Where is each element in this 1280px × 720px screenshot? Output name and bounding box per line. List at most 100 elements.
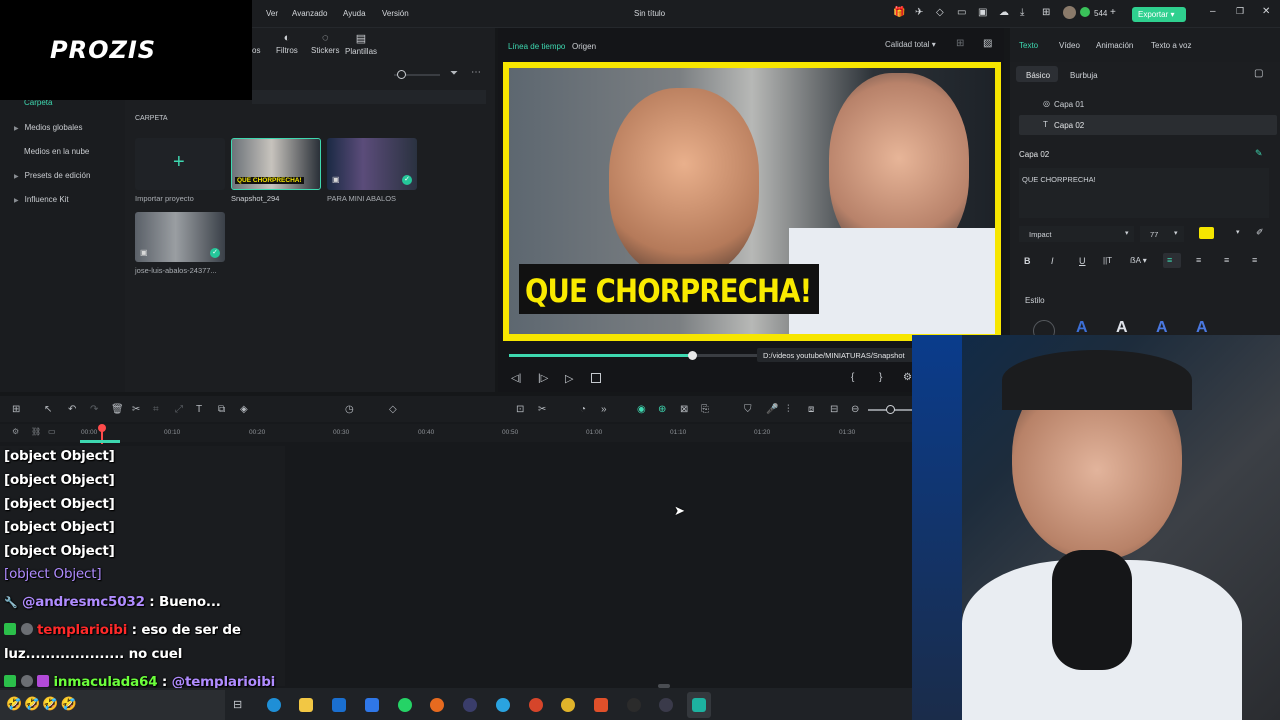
playback-handle[interactable] (688, 351, 697, 360)
eyedropper-icon[interactable]: ✐ (1256, 227, 1264, 238)
folder-icon[interactable] (299, 698, 313, 712)
text-color-swatch[interactable] (1199, 227, 1214, 239)
settings-icon[interactable]: ⚙ (903, 372, 912, 383)
chrome-icon[interactable] (561, 698, 575, 712)
sidebar-item-influence-kit[interactable]: ▶ Influence Kit (14, 195, 69, 204)
cut-icon[interactable]: ✂ (132, 404, 140, 415)
link-icon[interactable]: ⛓ (31, 427, 41, 436)
redo-icon[interactable]: ↷ (90, 404, 98, 415)
undo-icon[interactable]: ↶ (68, 404, 76, 415)
snap-icon[interactable]: ⊕ (658, 404, 666, 415)
mark-in-icon[interactable]: { (851, 372, 854, 383)
media-thumb-snapshot[interactable]: QUE CHORPRECHA! (231, 138, 321, 190)
restore-icon[interactable]: ❐ (1236, 6, 1244, 17)
bulb-icon[interactable]: ◇ (936, 7, 944, 18)
track-settings-icon[interactable]: ⚙ (12, 427, 19, 436)
zoom-slider-handle[interactable] (397, 70, 406, 79)
subtab-basico[interactable]: Básico (1026, 71, 1050, 80)
export-clip-icon[interactable]: ⎘ (701, 404, 709, 415)
save-icon[interactable]: ▣ (978, 7, 987, 18)
audio-icon[interactable]: ◔ (580, 404, 586, 415)
bold-icon[interactable]: B (1024, 256, 1031, 266)
marker-icon[interactable]: ⊠ (680, 404, 688, 415)
more-tools-icon[interactable]: » (601, 404, 607, 415)
ai-copilot-icon[interactable]: ◉ (637, 404, 646, 415)
app-icon[interactable] (659, 698, 673, 712)
grid-view-icon[interactable]: ⊞ (956, 38, 964, 49)
mask-icon[interactable]: ◈ (240, 404, 248, 415)
microphone-icon[interactable]: 🎤 (766, 404, 778, 415)
download-icon[interactable]: ⤓ (1020, 7, 1024, 18)
tab-animacion[interactable]: Animación (1096, 41, 1133, 50)
whatsapp-icon[interactable] (398, 698, 412, 712)
ai-tool-icon[interactable]: ⧉ (218, 404, 225, 415)
import-project-tile[interactable]: + (135, 138, 225, 190)
mark-out-icon[interactable]: } (879, 372, 882, 383)
tab-stickers[interactable]: ◌ Stickers (311, 32, 339, 55)
justify-icon[interactable]: ≡ (1252, 255, 1257, 265)
underline-icon[interactable]: U (1079, 256, 1086, 266)
tab-filtros[interactable]: ◐ Filtros (276, 32, 298, 55)
tab-plantillas[interactable]: ▤ Plantillas (345, 32, 377, 56)
firefox-icon[interactable] (430, 698, 444, 712)
align-left-icon[interactable]: ≡ (1167, 255, 1172, 265)
edge-icon[interactable] (267, 698, 281, 712)
sidebar-item-presets[interactable]: ▶ Presets de edición (14, 171, 90, 180)
timeline-zoom-handle[interactable] (886, 405, 895, 414)
crop-icon[interactable]: ⌗ (153, 404, 159, 415)
plus-icon[interactable]: + (1110, 7, 1116, 18)
transform-icon[interactable]: ⤢ (175, 404, 183, 415)
zoom-out-icon[interactable]: ⊖ (851, 404, 859, 415)
gift-icon[interactable]: 🎁 (893, 7, 905, 18)
ai-edit-icon[interactable]: ✎ (1255, 148, 1263, 159)
filmora-icon[interactable] (692, 698, 706, 712)
app-icon[interactable] (529, 698, 543, 712)
tab-timeline[interactable]: Línea de tiempo (508, 42, 565, 51)
obs-icon[interactable] (627, 698, 641, 712)
menu-avanzado[interactable]: Avanzado (292, 9, 327, 18)
grid-icon[interactable]: ⊞ (1042, 7, 1050, 18)
export-button[interactable]: Exportar ▾ (1132, 7, 1186, 22)
menu-ayuda[interactable]: Ayuda (343, 9, 366, 18)
close-icon[interactable]: ✕ (1262, 6, 1270, 17)
quality-select[interactable]: Calidad total ▾ (885, 40, 936, 49)
stop-icon[interactable] (591, 373, 601, 383)
minimize-icon[interactable]: – (1210, 6, 1216, 17)
save-preset-icon[interactable]: ▢ (1254, 68, 1263, 79)
preview-canvas[interactable]: QUE CHORPRECHA! (503, 62, 1001, 341)
subtab-burbuja[interactable]: Burbuja (1070, 71, 1098, 80)
text-content-field[interactable]: QUE CHORPRECHA! (1019, 168, 1269, 218)
mixer-icon[interactable]: ⫶ (787, 404, 790, 415)
align-right-icon[interactable]: ≡ (1224, 255, 1229, 265)
tab-video[interactable]: Vídeo (1059, 41, 1080, 50)
sidebar-item-medios-nube[interactable]: Medios en la nube (24, 147, 89, 156)
avatar[interactable] (1063, 6, 1076, 19)
sidebar-item-medios-globales[interactable]: ▶ Medios globales (14, 123, 82, 132)
snapshot-icon[interactable]: ▨ (983, 38, 992, 49)
more-icon[interactable]: ⋯ (471, 67, 481, 78)
split-icon[interactable]: ✂ (538, 404, 546, 415)
task-view-icon[interactable]: ⊟ (233, 698, 242, 711)
fit-icon[interactable]: ⊟ (830, 404, 838, 415)
pip-icon[interactable]: ⧈ (808, 404, 814, 415)
tab-texto[interactable]: Texto (1019, 41, 1038, 50)
align-center-icon[interactable]: ≡ (1196, 255, 1201, 265)
layer-item-selected[interactable]: Capa 02 (1054, 121, 1084, 130)
media-thumb-para-mini-abalos[interactable]: ▣ ✓ (327, 138, 417, 190)
filter-funnel-icon[interactable]: ⏷ (450, 68, 458, 79)
select-icon[interactable]: ↖ (44, 404, 52, 415)
captions-icon[interactable]: ▭ (48, 427, 56, 436)
menu-ver[interactable]: Ver (266, 9, 278, 18)
menu-version[interactable]: Versión (382, 9, 409, 18)
speed-icon[interactable]: ◷ (345, 404, 354, 415)
play-reverse-icon[interactable]: |▷ (538, 373, 548, 384)
layout-icon[interactable]: ⊞ (12, 404, 20, 415)
freeze-icon[interactable]: ⊡ (516, 404, 524, 415)
keyframe-icon[interactable]: ◇ (389, 404, 397, 415)
shield-icon[interactable]: ⛉ (744, 404, 752, 415)
chat-link[interactable]: [object Object] (4, 566, 102, 582)
spacing-icon[interactable]: ||T (1103, 256, 1112, 265)
font-select[interactable]: Impact ▾ (1019, 226, 1134, 242)
case-icon[interactable]: ẞA ▾ (1130, 256, 1147, 265)
tab-origen[interactable]: Origen (572, 42, 596, 51)
